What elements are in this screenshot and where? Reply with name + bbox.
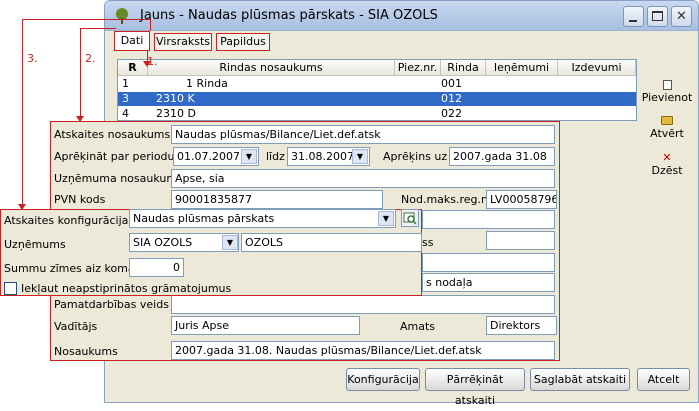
position-input[interactable]: Direktors [486, 316, 557, 335]
recalculate-button[interactable]: Pārrēķināt atskaiti [425, 368, 525, 407]
callout-line [80, 28, 81, 121]
callout-line [80, 28, 116, 29]
unapproved-label: Iekļaut neapstiprinātos grāmatojumus [21, 282, 232, 295]
company-dropdown[interactable]: ▼ [222, 235, 238, 250]
vat-label: PVN kods [54, 193, 106, 206]
position-label: Amats [400, 320, 436, 333]
callout-line [22, 19, 151, 20]
tab-dati[interactable]: Dati [114, 31, 150, 51]
activity-label: Pamatdarbības veids [54, 298, 169, 311]
vat-input[interactable]: 90001835877 [171, 190, 383, 209]
company-name-field[interactable]: OZOLS [241, 233, 422, 252]
report-name-input[interactable]: Naudas plūsmas/Bilance/Liet.def.atsk [171, 125, 555, 144]
config-lookup-button[interactable] [401, 209, 419, 227]
tax-label: Nod.maks.reg.nr. [401, 193, 495, 206]
period-label: Aprēķināt par periodu [54, 150, 175, 163]
close-icon: ✕ [676, 9, 687, 24]
arrow-down-icon [18, 204, 26, 210]
row8-input[interactable] [422, 253, 555, 272]
col-header-name[interactable]: Rindas nosaukums [148, 60, 395, 76]
config-label: Atskaites konfigurācija [4, 214, 129, 227]
save-button[interactable]: Saglabāt atskaiti [530, 368, 630, 391]
configuration-button[interactable]: Konfigurācija [346, 368, 420, 391]
col-header-expense[interactable]: Izdevumi [558, 60, 636, 76]
callout-label-3: 3. [27, 52, 38, 65]
date-from-dropdown[interactable]: ▼ [241, 149, 257, 164]
table-row[interactable]: 1 1 Rinda 001 [118, 77, 636, 91]
manager-label: Vadītājs [54, 320, 98, 333]
date-to-dropdown[interactable]: ▼ [352, 149, 368, 164]
callout-label-1: 1. [147, 55, 158, 68]
lookup-icon [403, 212, 417, 225]
folder-icon [661, 116, 673, 125]
col-header-piez[interactable]: Piez.nr. [395, 60, 441, 76]
company-label: Uzņēmums [4, 238, 66, 251]
company-name-input[interactable]: Apse, sia [171, 169, 555, 188]
table-row[interactable]: 4 2310 D 022 [118, 107, 636, 121]
title-label: Nosaukums [54, 345, 118, 358]
new-document-icon [662, 80, 672, 90]
app-icon [114, 8, 130, 24]
window-title: Jauns - Naudas plūsmas pārskats - SIA OZ… [140, 8, 438, 23]
table-row-selected[interactable]: 3 2310 K 012 [118, 92, 636, 106]
row6-input[interactable] [422, 210, 555, 229]
title-input[interactable]: 2007.gada 31.08. Naudas plūsmas/Bilance/… [171, 341, 555, 360]
hidden-label: ss [422, 236, 434, 249]
tab-virsraksts[interactable]: Virsraksts [154, 33, 212, 51]
delete-icon: ✕ [662, 151, 672, 164]
unapproved-checkbox[interactable] [4, 282, 17, 295]
tax-input[interactable]: LV000587963 [486, 190, 557, 209]
minimize-button[interactable] [623, 6, 644, 27]
close-button[interactable]: ✕ [671, 6, 692, 27]
until-label: līdz [266, 150, 285, 163]
open-button[interactable]: Atvērt [641, 116, 693, 146]
col-header-rinda[interactable]: Rinda [441, 60, 486, 76]
calc-input[interactable]: 2007.gada 31.08 [449, 147, 555, 166]
maximize-button[interactable] [647, 6, 668, 27]
callout-line [22, 19, 23, 209]
arrow-down-icon [76, 116, 84, 122]
activity-input[interactable] [171, 295, 555, 314]
decimals-input[interactable]: 0 [129, 258, 184, 277]
callout-label-2: 2. [85, 52, 96, 65]
hidden-right-input[interactable] [486, 231, 555, 250]
manager-input[interactable]: Juris Apse [171, 316, 360, 335]
config-select[interactable]: Naudas plūsmas pārskats [129, 209, 396, 228]
calc-label: Aprēķins uz [383, 150, 448, 163]
department-input[interactable]: s nodaļa [422, 273, 555, 292]
add-button[interactable]: Pievienot [641, 80, 693, 110]
delete-button[interactable]: ✕ Dzēst [641, 152, 693, 182]
rows-grid[interactable]: R Rindas nosaukums Piez.nr. Rinda Ieņēmu… [117, 59, 637, 121]
title-bar: Jauns - Naudas plūsmas pārskats - SIA OZ… [105, 1, 698, 31]
decimals-label: Summu zīmes aiz komata [4, 262, 146, 275]
col-header-income[interactable]: Ieņēmumi [486, 60, 558, 76]
company-name-label: Uzņēmuma nosaukums [54, 172, 183, 185]
callout-line [150, 19, 151, 31]
tab-papildus[interactable]: Papildus [216, 33, 270, 51]
cancel-button[interactable]: Atcelt [637, 368, 690, 391]
report-name-label: Atskaites nosaukums [54, 128, 171, 141]
config-dropdown[interactable]: ▼ [378, 211, 394, 226]
